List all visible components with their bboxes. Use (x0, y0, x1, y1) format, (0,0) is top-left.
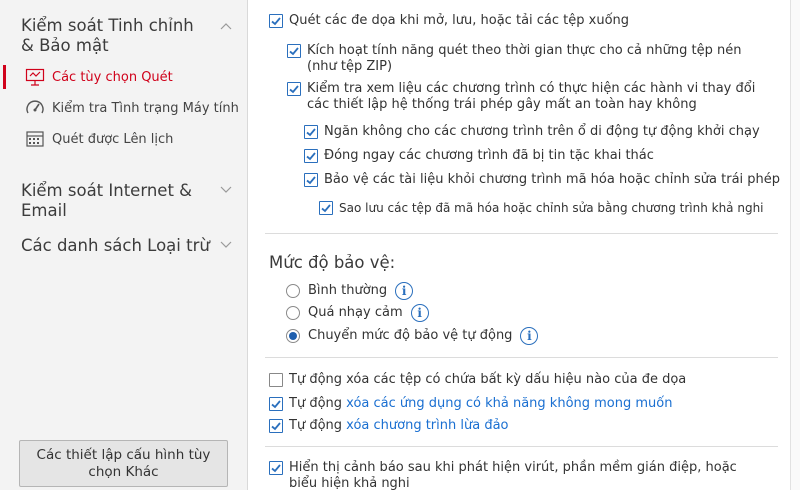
section-header-internet-email[interactable]: Kiểm soát Internet & Email (21, 181, 211, 221)
sidebar: Kiểm soát Tinh chỉnh & Bảo mật Các tùy c… (0, 0, 248, 490)
check-icon (321, 204, 331, 213)
option-label: Quét các đe dọa khi mở, lưu, hoặc tải cá… (289, 13, 630, 28)
radio-sensitive[interactable]: Quá nhạy cảm i (286, 304, 429, 322)
checkbox[interactable] (304, 173, 318, 187)
radio-label: Bình thường (308, 283, 388, 298)
more-settings-button[interactable]: Các thiết lập cấu hình tùy chọn Khác (19, 440, 228, 487)
info-icon[interactable]: i (520, 327, 539, 345)
checkbox[interactable] (304, 149, 318, 163)
section-header-exclusions[interactable]: Các danh sách Loại trừ (21, 236, 211, 256)
scam-link[interactable]: xóa chương trình lừa đảo (346, 418, 508, 433)
sidebar-item-scheduled-scan[interactable]: Quét được Lên lịch (24, 128, 173, 150)
sidebar-item-label: Quét được Lên lịch (52, 131, 174, 147)
checkbox[interactable] (269, 461, 283, 475)
divider (265, 233, 778, 234)
radio-normal[interactable]: Bình thường i (286, 282, 414, 300)
check-icon (271, 422, 281, 431)
checkbox[interactable] (269, 419, 283, 433)
protection-level-title: Mức độ bảo vệ: (269, 253, 396, 272)
checkbox[interactable] (269, 14, 283, 28)
sidebar-item-health-check[interactable]: Kiểm tra Tình trạng Máy tính (24, 97, 239, 119)
option-backup-encrypted[interactable]: Sao lưu các tệp đã mã hóa hoặc chỉnh sửa… (319, 200, 789, 216)
radio-auto[interactable]: Chuyển mức độ bảo vệ tự động i (286, 327, 539, 345)
sidebar-item-label: Kiểm tra Tình trạng Máy tính (52, 100, 239, 116)
check-icon (306, 176, 316, 185)
option-close-exploited[interactable]: Đóng ngay các chương trình đã bị tin tặc… (304, 148, 774, 164)
option-show-warning[interactable]: Hiển thị cảnh báo sau khi phát hiện virú… (269, 460, 759, 490)
section-title: Các danh sách Loại trừ (21, 236, 210, 255)
section-header-security[interactable]: Kiểm soát Tinh chỉnh & Bảo mật (21, 16, 211, 56)
option-label: Ngăn không cho các chương trình trên ổ d… (324, 124, 760, 139)
option-block-autorun[interactable]: Ngăn không cho các chương trình trên ổ d… (304, 124, 774, 140)
section-title: Kiểm soát Tinh chỉnh & Bảo mật (21, 16, 194, 55)
check-icon (306, 128, 316, 137)
option-prefix: Tự động (289, 396, 347, 411)
option-label: Bảo vệ các tài liệu khỏi chương trình mã… (324, 172, 781, 187)
radio-button[interactable] (286, 284, 300, 298)
divider (265, 357, 778, 358)
option-label: Tự động xóa các ứng dụng có khả năng khô… (289, 396, 672, 412)
check-icon (271, 400, 281, 409)
option-label: Hiển thị cảnh báo sau khi phát hiện virú… (289, 460, 737, 490)
option-label: Kiểm tra xem liệu các chương trình có th… (307, 81, 756, 112)
checkbox[interactable] (287, 82, 301, 96)
option-protect-docs[interactable]: Bảo vệ các tài liệu khỏi chương trình mã… (304, 172, 784, 188)
radio-label: Quá nhạy cảm (308, 305, 403, 320)
scrollbar[interactable] (790, 0, 800, 490)
option-label: Kích hoạt tính năng quét theo thời gian … (307, 43, 742, 74)
option-realtime-zip[interactable]: Kích hoạt tính năng quét theo thời gian … (287, 43, 767, 75)
check-icon (271, 464, 281, 473)
more-settings-label: Các thiết lập cấu hình tùy chọn Khác (36, 446, 211, 480)
info-icon[interactable]: i (410, 304, 429, 322)
chevron-up-icon[interactable] (219, 20, 233, 34)
option-check-behavior[interactable]: Kiểm tra xem liệu các chương trình có th… (287, 81, 757, 113)
gauge-icon (24, 98, 46, 118)
monitor-scan-icon (24, 67, 46, 87)
option-prefix: Tự động (289, 418, 347, 433)
pua-link[interactable]: xóa các ứng dụng có khả năng không mong … (346, 396, 672, 411)
option-auto-delete-threats[interactable]: Tự động xóa các tệp có chứa bất kỳ dấu h… (269, 372, 779, 388)
option-auto-delete-scam[interactable]: Tự động xóa chương trình lừa đảo (269, 418, 779, 434)
sidebar-item-label: Các tùy chọn Quét (52, 69, 173, 85)
section-title: Kiểm soát Internet & Email (21, 181, 193, 220)
check-icon (289, 47, 299, 56)
sidebar-item-scan-options[interactable]: Các tùy chọn Quét (24, 66, 173, 88)
divider (265, 446, 778, 447)
check-icon (289, 85, 299, 94)
checkbox[interactable] (304, 125, 318, 139)
check-icon (306, 152, 316, 161)
active-indicator (3, 65, 6, 89)
option-auto-delete-pua[interactable]: Tự động xóa các ứng dụng có khả năng khô… (269, 396, 779, 412)
info-icon[interactable]: i (395, 282, 414, 300)
checkbox[interactable] (287, 44, 301, 58)
radio-label: Chuyển mức độ bảo vệ tự động (308, 328, 513, 343)
radio-button[interactable] (286, 329, 300, 343)
chevron-down-icon[interactable] (219, 237, 233, 251)
checkbox[interactable] (269, 373, 283, 387)
option-label: Đóng ngay các chương trình đã bị tin tặc… (324, 148, 654, 163)
radio-button[interactable] (286, 306, 300, 320)
check-icon (271, 17, 281, 26)
option-scan-on-open[interactable]: Quét các đe dọa khi mở, lưu, hoặc tải cá… (269, 13, 779, 29)
option-label: Tự động xóa chương trình lừa đảo (289, 418, 509, 434)
option-label: Sao lưu các tệp đã mã hóa hoặc chỉnh sửa… (339, 201, 764, 215)
option-label: Tự động xóa các tệp có chứa bất kỳ dấu h… (289, 372, 687, 387)
chevron-down-icon[interactable] (219, 182, 233, 196)
checkbox[interactable] (319, 201, 333, 215)
checkbox[interactable] (269, 397, 283, 411)
calendar-icon (24, 129, 46, 149)
